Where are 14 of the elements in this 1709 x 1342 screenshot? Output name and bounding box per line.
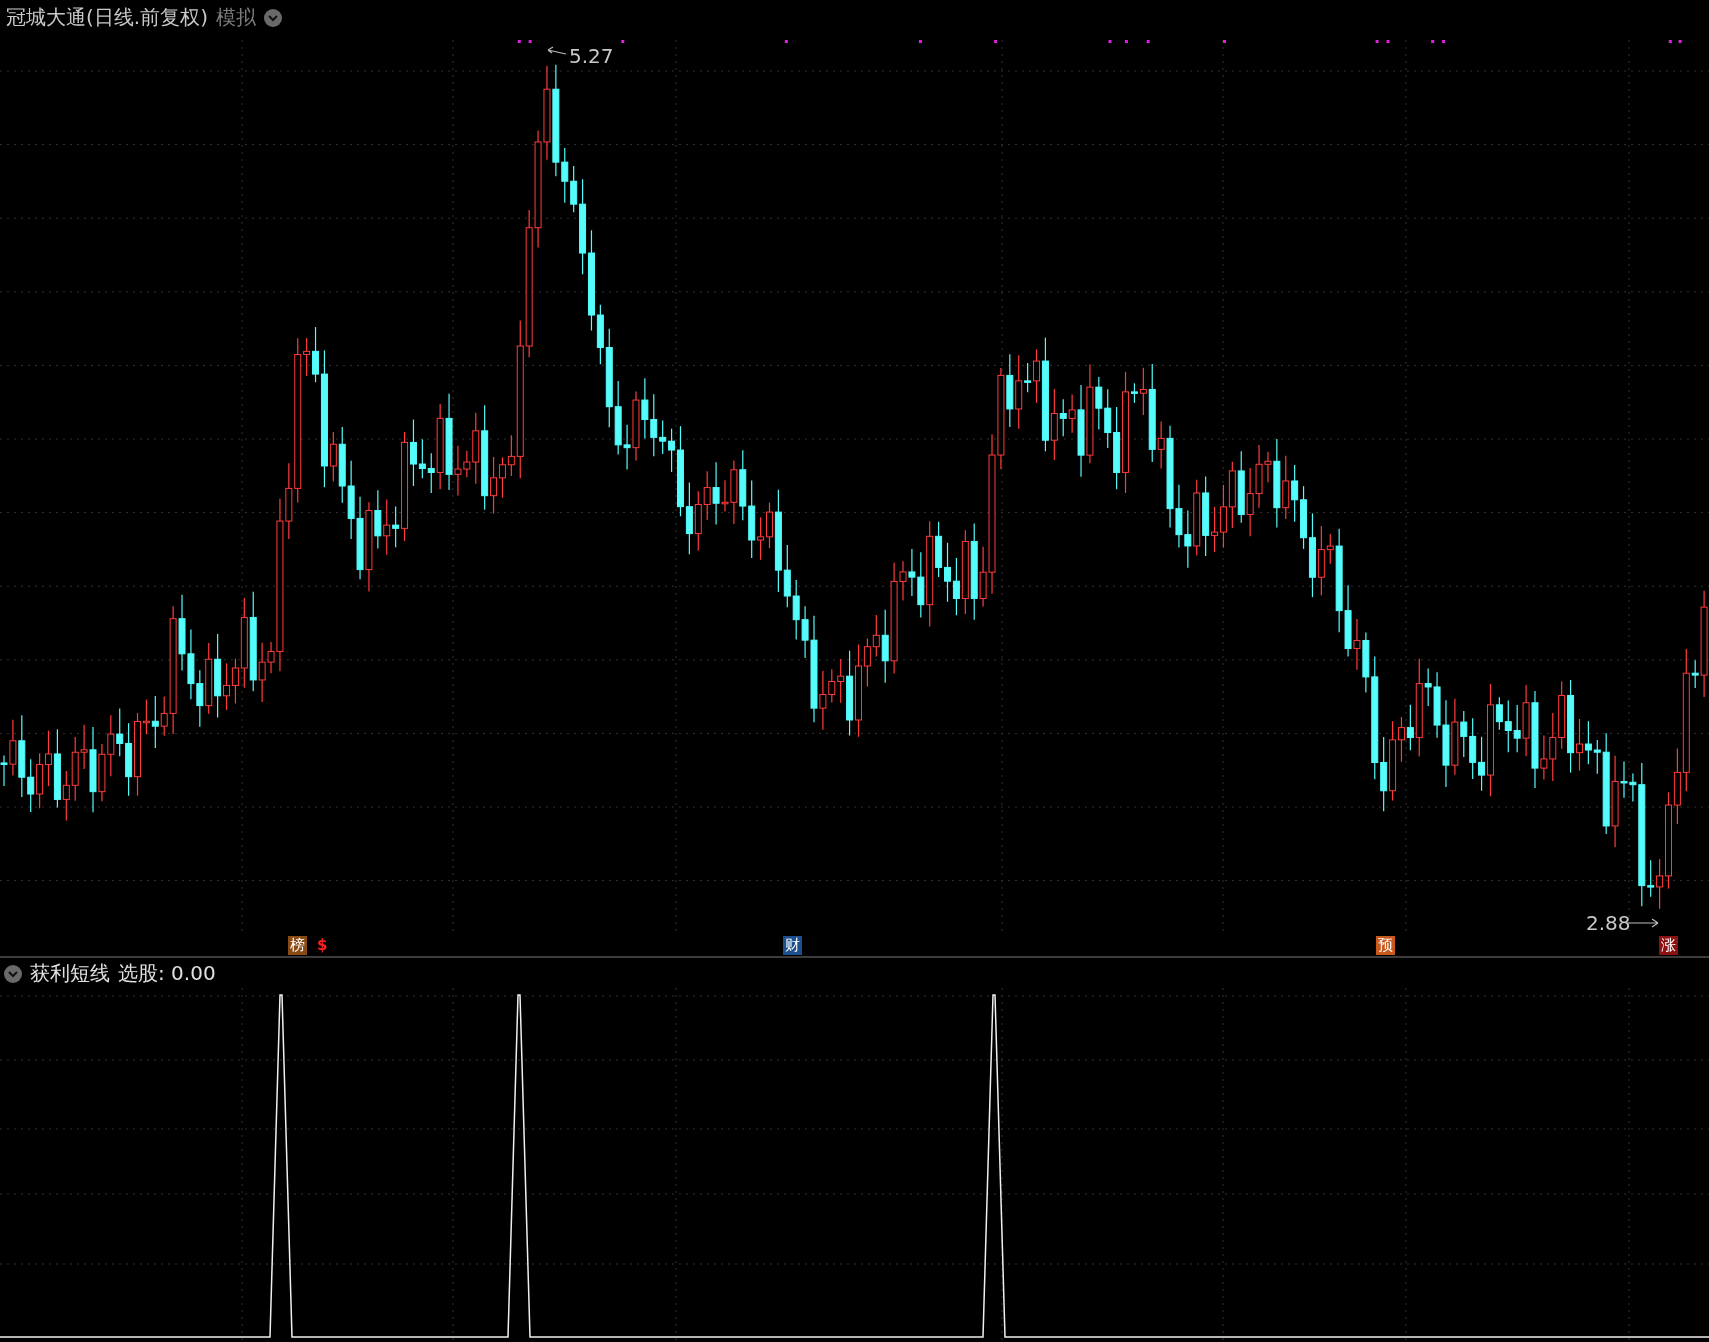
mode-label[interactable]: 模拟 <box>215 4 256 31</box>
low-price-label: 2.88 <box>1586 911 1631 935</box>
event-badge[interactable]: 财 <box>783 936 802 955</box>
chart-title: 冠城大通(日线.前复权) <box>6 4 208 31</box>
indicator-title: 获利短线 <box>30 960 110 987</box>
chevron-icon[interactable] <box>263 8 282 27</box>
high-price-label: 5.27 <box>569 44 614 68</box>
high-arrow-icon <box>547 46 567 55</box>
event-badge[interactable]: 榜 <box>288 936 307 955</box>
event-symbol[interactable]: $ <box>315 936 330 955</box>
event-badge[interactable]: 涨 <box>1659 936 1678 955</box>
event-badge[interactable]: 预 <box>1376 936 1395 955</box>
indicator-readout: 选股: 0.00 <box>118 960 216 987</box>
chevron-icon[interactable] <box>4 964 22 983</box>
